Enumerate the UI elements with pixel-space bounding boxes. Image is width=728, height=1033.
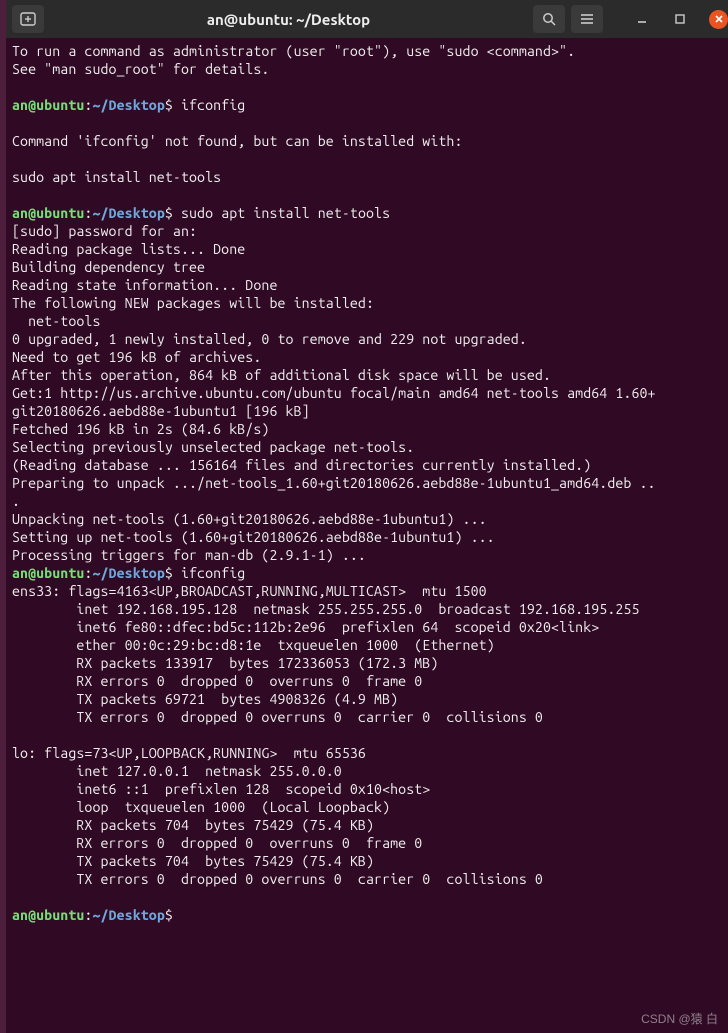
ifconfig-line: RX errors 0 dropped 0 overruns 0 frame 0 bbox=[12, 835, 422, 851]
maximize-icon bbox=[674, 13, 686, 25]
search-button[interactable] bbox=[533, 5, 565, 33]
ifconfig-line: RX packets 133917 bytes 172336053 (172.3… bbox=[12, 655, 438, 671]
ifconfig-line: inet6 fe80::dfec:bd5c:112b:2e96 prefixle… bbox=[12, 619, 599, 635]
intro-line-2: See "man sudo_root" for details. bbox=[12, 61, 269, 77]
prompt-dollar: $ bbox=[165, 97, 173, 113]
notfound-line-1: Command 'ifconfig' not found, but can be… bbox=[12, 133, 463, 149]
ifconfig-line: inet6 ::1 prefixlen 128 scopeid 0x10<hos… bbox=[12, 781, 430, 797]
ifconfig-line: TX errors 0 dropped 0 overruns 0 carrier… bbox=[12, 709, 543, 725]
command-2: sudo apt install net-tools bbox=[173, 205, 390, 221]
close-button[interactable] bbox=[709, 10, 728, 29]
apt-line: The following NEW packages will be insta… bbox=[12, 295, 374, 311]
apt-line: Reading package lists... Done bbox=[12, 241, 245, 257]
apt-line: Fetched 196 kB in 2s (84.6 kB/s) bbox=[12, 421, 269, 437]
command-3: ifconfig bbox=[173, 565, 245, 581]
search-icon bbox=[542, 12, 556, 26]
apt-line: Setting up net-tools (1.60+git20180626.a… bbox=[12, 529, 495, 545]
prompt-user: an bbox=[12, 205, 28, 221]
apt-line: [sudo] password for an: bbox=[12, 223, 205, 239]
maximize-button[interactable] bbox=[669, 8, 691, 30]
titlebar: an@ubuntu: ~/Desktop bbox=[6, 0, 728, 38]
prompt-dollar: $ bbox=[165, 907, 173, 923]
prompt-path: ~/Desktop bbox=[92, 565, 164, 581]
apt-line: net-tools bbox=[12, 313, 101, 329]
prompt-user: an bbox=[12, 565, 28, 581]
apt-line: After this operation, 864 kB of addition… bbox=[12, 367, 551, 383]
ifconfig-line: ens33: flags=4163<UP,BROADCAST,RUNNING,M… bbox=[12, 583, 487, 599]
apt-line: git20180626.aebd88e-1ubuntu1 [196 kB] bbox=[12, 403, 310, 419]
apt-line: . bbox=[12, 493, 20, 509]
prompt-at: @ bbox=[28, 205, 36, 221]
ifconfig-line: inet 127.0.0.1 netmask 255.0.0.0 bbox=[12, 763, 342, 779]
prompt-dollar: $ bbox=[165, 565, 173, 581]
terminal-body[interactable]: To run a command as administrator (user … bbox=[6, 38, 728, 1033]
ifconfig-line: lo: flags=73<UP,LOOPBACK,RUNNING> mtu 65… bbox=[12, 745, 366, 761]
notfound-line-2: sudo apt install net-tools bbox=[12, 169, 221, 185]
prompt-path: ~/Desktop bbox=[92, 205, 164, 221]
apt-line: Reading state information... Done bbox=[12, 277, 278, 293]
apt-line: Processing triggers for man-db (2.9.1-1)… bbox=[12, 547, 366, 563]
command-4 bbox=[173, 907, 181, 923]
hamburger-icon bbox=[580, 13, 594, 25]
prompt-host: ubuntu bbox=[36, 565, 84, 581]
minimize-button[interactable] bbox=[631, 8, 653, 30]
new-tab-button[interactable] bbox=[12, 5, 44, 33]
ifconfig-line: inet 192.168.195.128 netmask 255.255.255… bbox=[12, 601, 640, 617]
prompt-at: @ bbox=[28, 97, 36, 113]
ifconfig-line: RX packets 704 bytes 75429 (75.4 KB) bbox=[12, 817, 374, 833]
command-1: ifconfig bbox=[173, 97, 245, 113]
minimize-icon bbox=[636, 13, 648, 25]
window-title: an@ubuntu: ~/Desktop bbox=[50, 11, 527, 28]
ifconfig-line: ether 00:0c:29:bc:d8:1e txqueuelen 1000 … bbox=[12, 637, 495, 653]
prompt-dollar: $ bbox=[165, 205, 173, 221]
prompt-path: ~/Desktop bbox=[92, 907, 164, 923]
menu-button[interactable] bbox=[571, 5, 603, 33]
apt-line: Get:1 http://us.archive.ubuntu.com/ubunt… bbox=[12, 385, 656, 401]
apt-line: Preparing to unpack .../net-tools_1.60+g… bbox=[12, 475, 656, 491]
apt-line: Building dependency tree bbox=[12, 259, 261, 275]
prompt-user: an bbox=[12, 97, 28, 113]
prompt-at: @ bbox=[28, 565, 36, 581]
prompt-at: @ bbox=[28, 907, 36, 923]
prompt-host: ubuntu bbox=[36, 907, 84, 923]
ifconfig-line: RX errors 0 dropped 0 overruns 0 frame 0 bbox=[12, 673, 422, 689]
watermark: CSDN @猿 白 bbox=[641, 1010, 718, 1027]
ifconfig-line: TX packets 69721 bytes 4908326 (4.9 MB) bbox=[12, 691, 398, 707]
ifconfig-line: TX packets 704 bytes 75429 (75.4 KB) bbox=[12, 853, 374, 869]
apt-line: Need to get 196 kB of archives. bbox=[12, 349, 261, 365]
prompt-path: ~/Desktop bbox=[92, 97, 164, 113]
apt-line: Selecting previously unselected package … bbox=[12, 439, 414, 455]
intro-line-1: To run a command as administrator (user … bbox=[12, 43, 575, 59]
prompt-host: ubuntu bbox=[36, 205, 84, 221]
prompt-host: ubuntu bbox=[36, 97, 84, 113]
terminal-window: an@ubuntu: ~/Desktop To bbox=[6, 0, 728, 1033]
new-tab-icon bbox=[20, 12, 36, 26]
ifconfig-line: loop txqueuelen 1000 (Local Loopback) bbox=[12, 799, 390, 815]
apt-line: Unpacking net-tools (1.60+git20180626.ae… bbox=[12, 511, 487, 527]
apt-line: 0 upgraded, 1 newly installed, 0 to remo… bbox=[12, 331, 527, 347]
ifconfig-line: TX errors 0 dropped 0 overruns 0 carrier… bbox=[12, 871, 543, 887]
apt-line: (Reading database ... 156164 files and d… bbox=[12, 457, 591, 473]
close-icon bbox=[714, 14, 724, 24]
prompt-user: an bbox=[12, 907, 28, 923]
